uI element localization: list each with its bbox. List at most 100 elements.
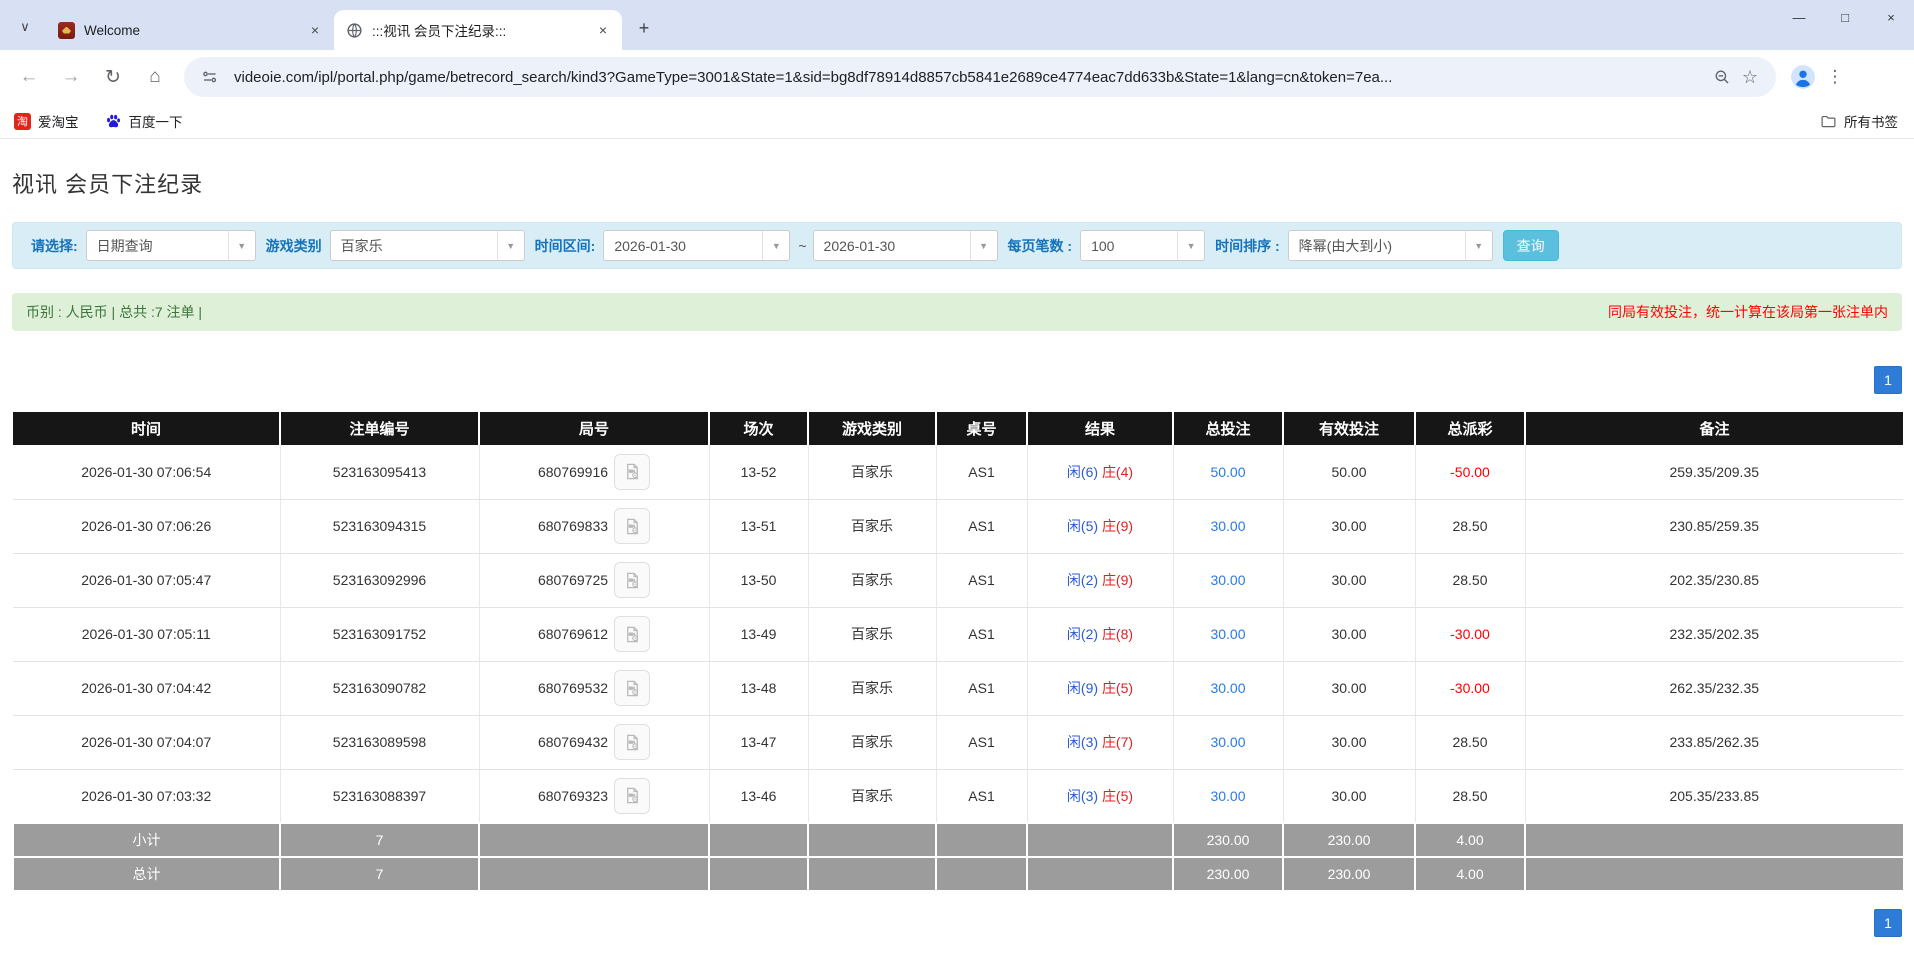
- date-range-label: 时间区间:: [535, 236, 596, 256]
- new-tab-button[interactable]: +: [630, 14, 658, 42]
- col-round-id: 局号: [479, 412, 709, 445]
- cell-total-bet[interactable]: 30.00: [1173, 607, 1283, 661]
- cell-game-type: 百家乐: [808, 769, 936, 823]
- cell-bet-id: 523163095413: [280, 445, 479, 499]
- cell-note: 230.85/259.35: [1525, 499, 1903, 553]
- chevron-down-icon: ▼: [1177, 231, 1204, 260]
- col-time: 时间: [13, 412, 280, 445]
- tab-search-button[interactable]: ∨: [10, 12, 40, 42]
- subtotal-total-bet: 230.00: [1173, 823, 1283, 857]
- all-bookmarks-button[interactable]: 所有书签: [1820, 111, 1898, 131]
- subtotal-label: 小计: [13, 823, 280, 857]
- cell-table-no: AS1: [936, 715, 1027, 769]
- bookmark-baidu[interactable]: 百度一下: [105, 111, 183, 131]
- chevron-down-icon: ▼: [762, 231, 789, 260]
- bookmarks-bar: 淘 爱淘宝 百度一下 所有书签: [0, 104, 1914, 139]
- per-page-select[interactable]: 100 ▼: [1080, 230, 1205, 261]
- table-row: 2026-01-30 07:04:07 523163089598 6807694…: [13, 715, 1903, 769]
- cell-valid-bet: 30.00: [1283, 769, 1415, 823]
- cell-total-bet[interactable]: 30.00: [1173, 769, 1283, 823]
- cell-bet-id: 523163088397: [280, 769, 479, 823]
- cell-total-bet[interactable]: 30.00: [1173, 661, 1283, 715]
- cell-game-type: 百家乐: [808, 499, 936, 553]
- col-bet-id: 注单编号: [280, 412, 479, 445]
- sort-order-select[interactable]: 降幂(由大到小) ▼: [1288, 230, 1493, 261]
- tab-bet-record[interactable]: :::视讯 会员下注纪录::: ×: [334, 10, 622, 50]
- summary-bar: 币别 : 人民币 | 总共 :7 注单 | 同局有效投注，统一计算在该局第一张注…: [12, 293, 1902, 331]
- address-bar[interactable]: videoie.com/ipl/portal.php/game/betrecor…: [184, 57, 1776, 97]
- cell-payout: 28.50: [1415, 715, 1525, 769]
- video-replay-button[interactable]: [614, 670, 650, 706]
- cell-total-bet[interactable]: 30.00: [1173, 553, 1283, 607]
- tab-welcome[interactable]: Welcome ×: [46, 10, 334, 50]
- video-replay-button[interactable]: [614, 562, 650, 598]
- total-label: 总计: [13, 857, 280, 891]
- cell-bet-id: 523163094315: [280, 499, 479, 553]
- cell-session: 13-50: [709, 553, 808, 607]
- cell-bet-id: 523163091752: [280, 607, 479, 661]
- table-row: 2026-01-30 07:04:42 523163090782 6807695…: [13, 661, 1903, 715]
- cell-round-id: 680769612: [479, 607, 709, 661]
- chevron-down-icon: ▼: [497, 231, 524, 260]
- forward-button[interactable]: →: [54, 60, 88, 94]
- date-to-select[interactable]: 2026-01-30 ▼: [813, 230, 998, 261]
- cell-result: 闲(3) 庄(5): [1027, 769, 1173, 823]
- query-mode-select[interactable]: 日期查询 ▼: [86, 230, 256, 261]
- video-replay-button[interactable]: [614, 778, 650, 814]
- total-row: 总计 7 230.00 230.00 4.00: [13, 857, 1903, 891]
- col-total-bet: 总投注: [1173, 412, 1283, 445]
- currency-total-text: 币别 : 人民币 | 总共 :7 注单 |: [26, 302, 202, 322]
- taobao-icon: 淘: [14, 113, 31, 130]
- date-from-select[interactable]: 2026-01-30 ▼: [603, 230, 790, 261]
- select-mode-label: 请选择:: [31, 236, 78, 256]
- total-valid-bet: 230.00: [1283, 857, 1415, 891]
- browser-menu-icon[interactable]: ⋮: [1820, 60, 1850, 94]
- site-settings-icon[interactable]: [196, 63, 224, 91]
- close-tab-icon[interactable]: ×: [306, 21, 324, 39]
- col-note: 备注: [1525, 412, 1903, 445]
- video-replay-button[interactable]: [614, 616, 650, 652]
- url-text[interactable]: videoie.com/ipl/portal.php/game/betrecor…: [234, 69, 1708, 86]
- maximize-button[interactable]: □: [1822, 0, 1868, 34]
- cell-round-id: 680769323: [479, 769, 709, 823]
- back-button[interactable]: ←: [12, 60, 46, 94]
- cell-session: 13-51: [709, 499, 808, 553]
- total-payout: 4.00: [1415, 857, 1525, 891]
- search-button[interactable]: 查询: [1503, 230, 1559, 261]
- bookmark-aitaobao[interactable]: 淘 爱淘宝: [14, 111, 79, 131]
- page-1-button[interactable]: 1: [1874, 909, 1902, 937]
- cell-bet-id: 523163090782: [280, 661, 479, 715]
- col-game-type: 游戏类别: [808, 412, 936, 445]
- cell-table-no: AS1: [936, 445, 1027, 499]
- browser-toolbar: ← → ↻ ⌂ videoie.com/ipl/portal.php/game/…: [0, 50, 1914, 104]
- bookmark-star-icon[interactable]: ☆: [1736, 63, 1764, 91]
- minimize-button[interactable]: —: [1776, 0, 1822, 34]
- close-window-button[interactable]: ×: [1868, 0, 1914, 34]
- zoom-level-icon[interactable]: [1708, 63, 1736, 91]
- cell-result: 闲(5) 庄(9): [1027, 499, 1173, 553]
- cell-total-bet[interactable]: 50.00: [1173, 445, 1283, 499]
- home-button[interactable]: ⌂: [138, 60, 172, 94]
- video-replay-button[interactable]: [614, 724, 650, 760]
- reload-button[interactable]: ↻: [96, 60, 130, 94]
- table-row: 2026-01-30 07:05:11 523163091752 6807696…: [13, 607, 1903, 661]
- close-tab-icon[interactable]: ×: [594, 21, 612, 39]
- cell-total-bet[interactable]: 30.00: [1173, 715, 1283, 769]
- video-replay-button[interactable]: [614, 454, 650, 490]
- cell-time: 2026-01-30 07:04:07: [13, 715, 280, 769]
- total-total-bet: 230.00: [1173, 857, 1283, 891]
- tab-strip: ∨ Welcome × :::视讯 会员下注纪录::: × + — □ ×: [0, 0, 1914, 50]
- cell-payout: 28.50: [1415, 553, 1525, 607]
- game-type-select[interactable]: 百家乐 ▼: [330, 230, 525, 261]
- cell-note: 205.35/233.85: [1525, 769, 1903, 823]
- profile-avatar[interactable]: [1786, 60, 1820, 94]
- table-header-row: 时间 注单编号 局号 场次 游戏类别 桌号 结果 总投注 有效投注 总派彩 备注: [13, 412, 1903, 445]
- col-result: 结果: [1027, 412, 1173, 445]
- cell-valid-bet: 30.00: [1283, 553, 1415, 607]
- cell-note: 202.35/230.85: [1525, 553, 1903, 607]
- cell-session: 13-49: [709, 607, 808, 661]
- video-replay-button[interactable]: [614, 508, 650, 544]
- cell-time: 2026-01-30 07:05:11: [13, 607, 280, 661]
- cell-total-bet[interactable]: 30.00: [1173, 499, 1283, 553]
- page-1-button[interactable]: 1: [1874, 366, 1902, 394]
